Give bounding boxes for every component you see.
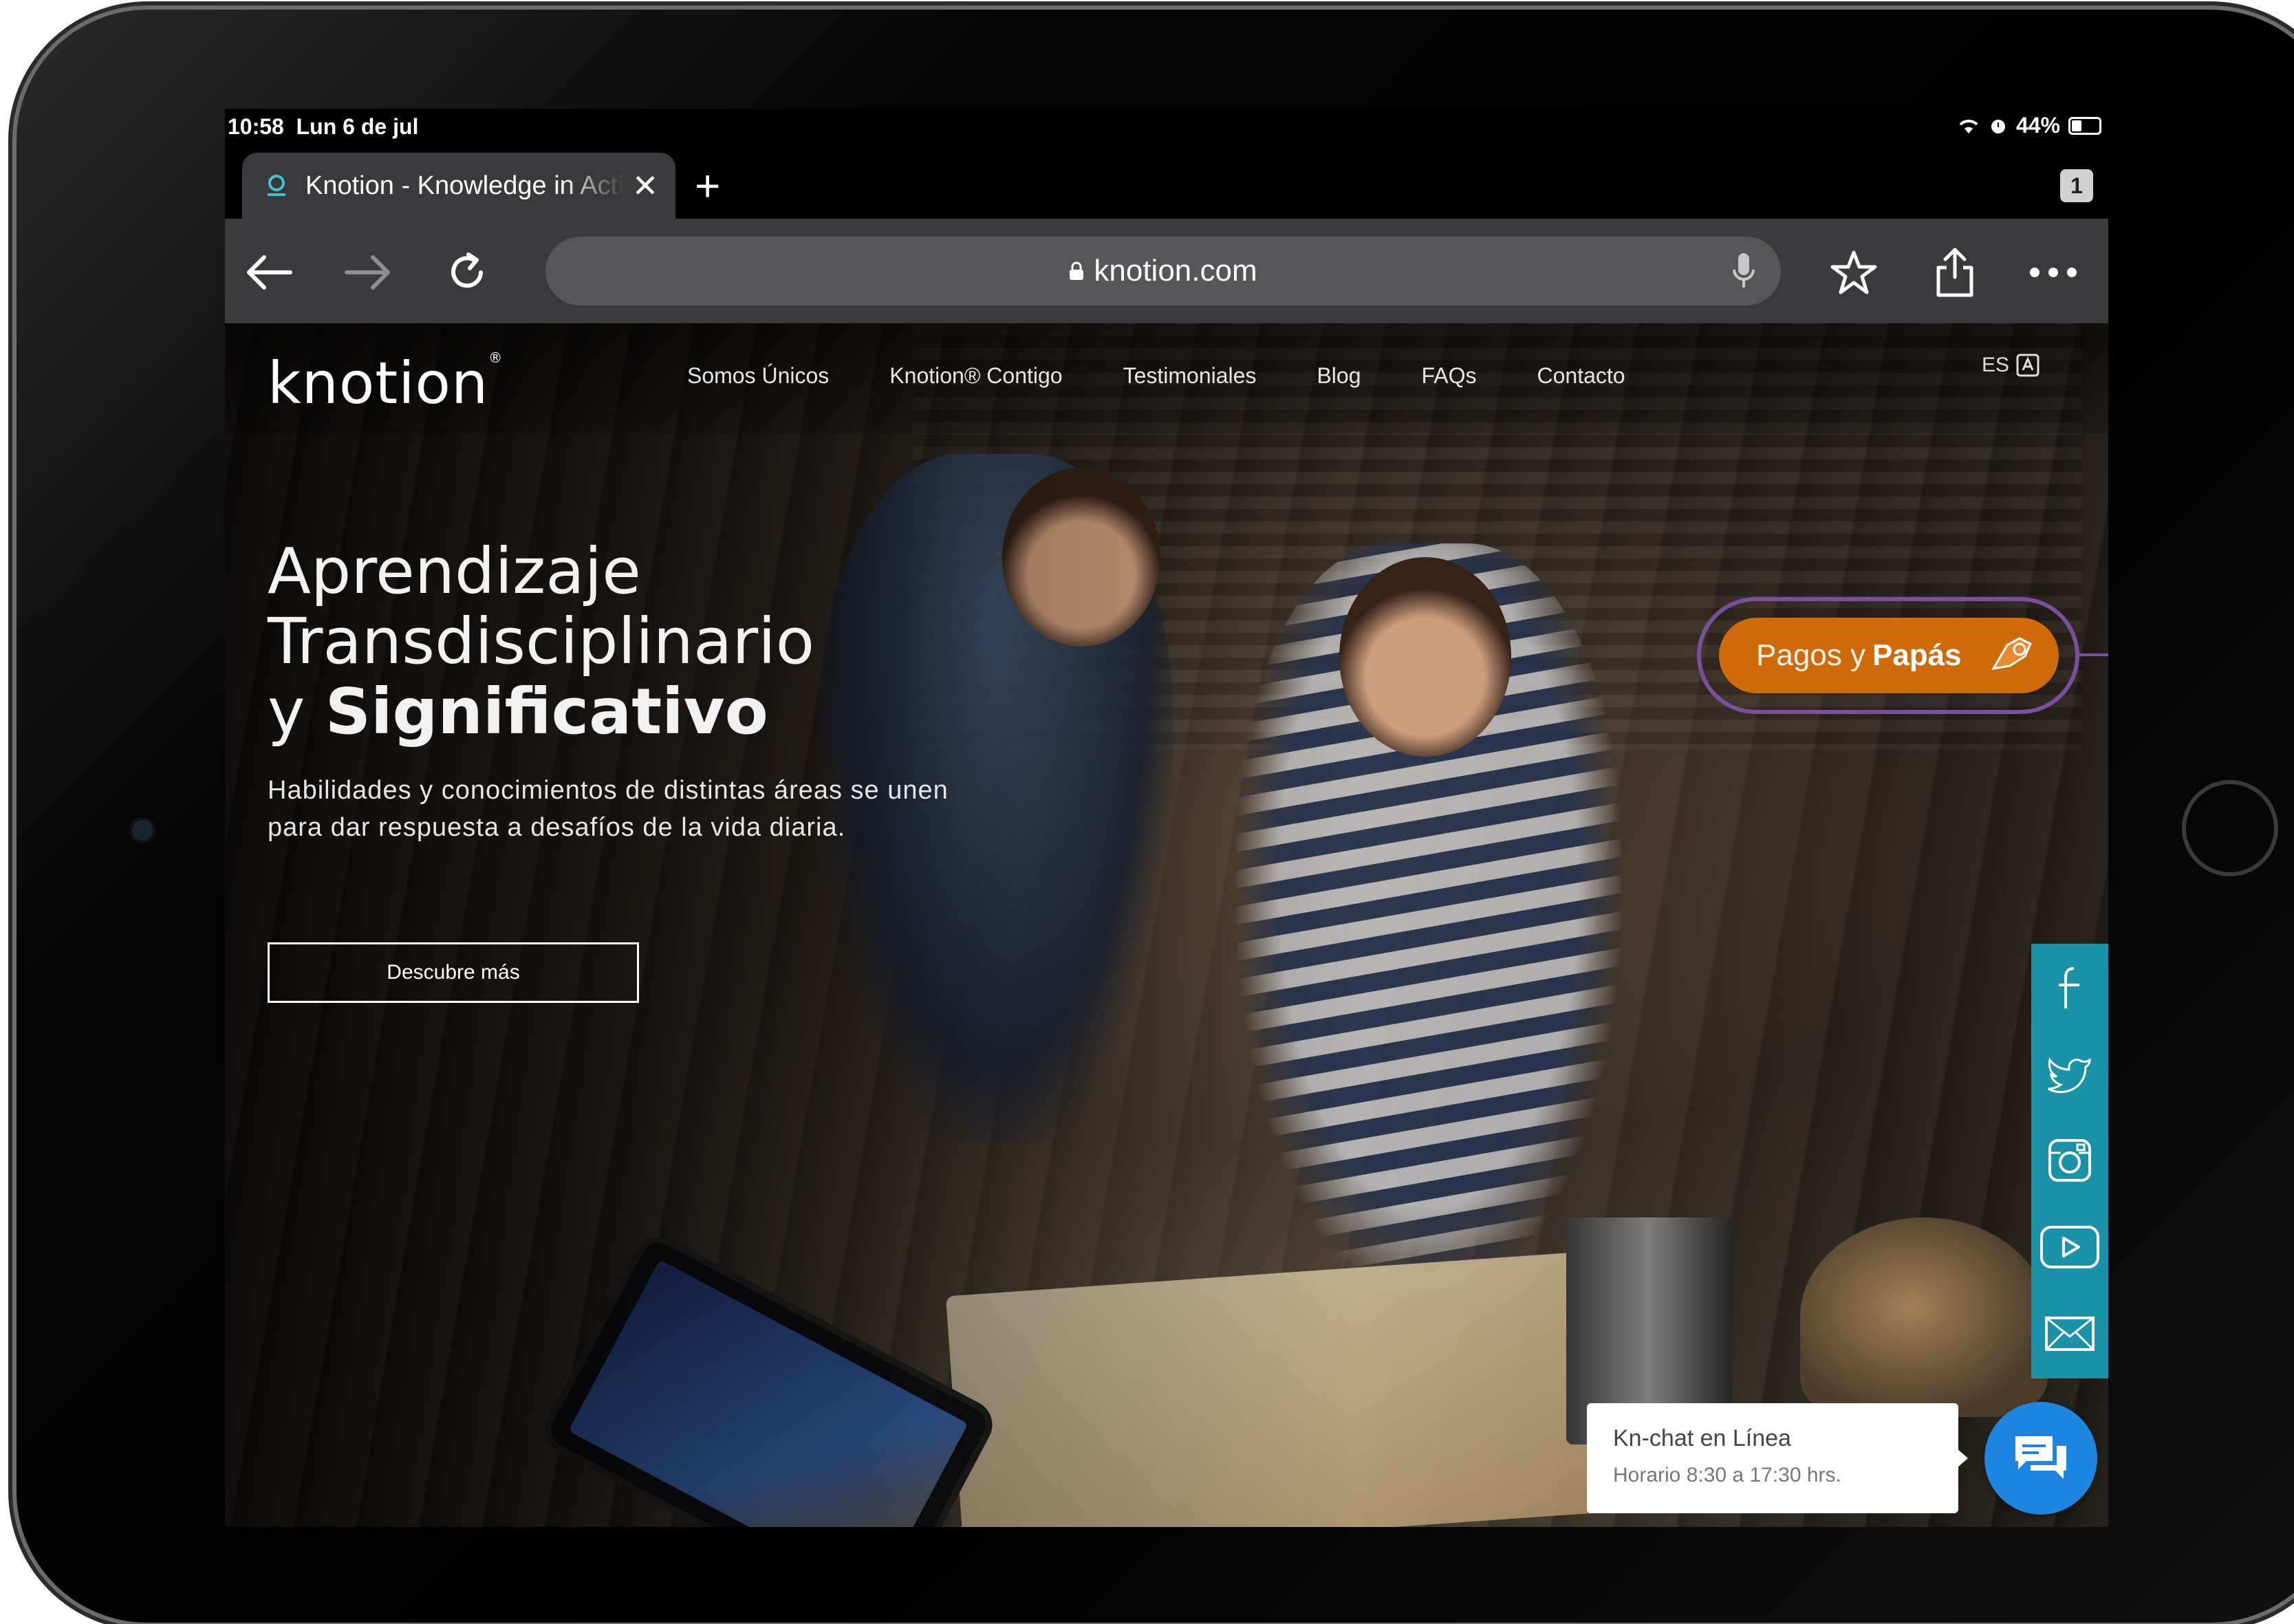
language-selector[interactable]: ES	[1982, 354, 2039, 377]
site-nav: Somos Únicos Knotion® Contigo Testimonia…	[687, 363, 1686, 389]
wifi-icon	[1959, 119, 1978, 133]
hero-title-line-3-bold: Significativo	[325, 675, 768, 748]
translate-icon	[2016, 354, 2039, 377]
forward-button[interactable]	[340, 245, 396, 300]
status-date: Lun 6 de jul	[296, 114, 419, 139]
email-link[interactable]	[2031, 1290, 2108, 1377]
address-bar[interactable]: knotion.com	[545, 237, 1781, 305]
status-indicators: 44%	[1957, 113, 2101, 138]
nav-testimoniales[interactable]: Testimoniales	[1123, 363, 1257, 389]
language-label: ES	[1981, 354, 2009, 376]
twitter-icon	[2048, 1057, 2091, 1093]
pagos-label-bold: Papás	[1872, 638, 1962, 672]
social-sidebar	[2031, 944, 2108, 1378]
home-button[interactable]	[2182, 780, 2278, 876]
twitter-link[interactable]	[2031, 1030, 2108, 1117]
front-camera	[132, 820, 153, 841]
microphone-icon[interactable]	[1730, 250, 1757, 299]
tab-title: Knotion - Knowledge in Action	[305, 171, 625, 200]
share-button[interactable]	[1927, 245, 1982, 300]
nav-contacto[interactable]: Contacto	[1537, 363, 1625, 389]
youtube-icon	[2040, 1226, 2099, 1268]
chat-hours: Horario 8:30 a 17:30 hrs.	[1613, 1464, 1841, 1486]
browser-tab[interactable]: Knotion - Knowledge in Action ✕	[242, 153, 675, 219]
tab-count-badge[interactable]: 1	[2060, 169, 2093, 202]
close-tab-icon[interactable]: ✕	[625, 167, 666, 204]
web-content: knotion® Somos Únicos Knotion® Contigo T…	[225, 323, 2108, 1527]
chat-info-box[interactable]: Kn-chat en Línea Horario 8:30 a 17:30 hr…	[1587, 1403, 1968, 1513]
status-time-date: 10:58 Lun 6 de jul	[228, 114, 418, 140]
new-tab-icon[interactable]: +	[695, 158, 720, 213]
alarm-icon	[1991, 119, 2005, 133]
battery-fill	[2072, 120, 2082, 131]
hero-title: Aprendizaje Transdisciplinario y Signifi…	[268, 537, 814, 747]
arrow-left-icon	[247, 255, 292, 290]
nav-somos-unicos[interactable]: Somos Únicos	[687, 363, 829, 389]
mail-icon	[2045, 1317, 2095, 1351]
star-icon	[1830, 250, 1877, 294]
instagram-link[interactable]	[2031, 1117, 2108, 1204]
pagos-callout-line	[2079, 653, 2108, 656]
pagos-label-light: Pagos y	[1756, 638, 1865, 672]
youtube-link[interactable]	[2031, 1204, 2108, 1290]
facebook-icon	[2059, 967, 2079, 1008]
lock-icon	[1069, 261, 1084, 281]
descubre-mas-button[interactable]: Descubre más	[268, 942, 639, 1003]
hero-overlay	[225, 323, 2108, 1527]
share-icon	[1936, 248, 1973, 297]
hero-title-line-2: Transdisciplinario	[268, 605, 815, 678]
chat-title: Kn-chat en Línea	[1613, 1425, 1791, 1451]
status-time: 10:58	[228, 114, 284, 139]
knotion-favicon-icon	[263, 172, 290, 199]
battery-percent: 44%	[2015, 113, 2060, 138]
chat-button[interactable]	[1984, 1402, 2097, 1515]
arrow-right-icon	[345, 255, 390, 290]
nav-faqs[interactable]: FAQs	[1422, 363, 1477, 389]
hero-title-line-1: Aprendizaje	[268, 534, 641, 608]
battery-icon	[2068, 116, 2101, 135]
status-bar: 10:58 Lun 6 de jul 44%	[225, 109, 2108, 144]
tab-bar: Knotion - Knowledge in Action ✕ + 1	[225, 144, 2108, 219]
back-button[interactable]	[241, 245, 296, 300]
hero-title-line-3-prefix: y	[268, 675, 305, 748]
knotion-logo[interactable]: knotion®	[268, 349, 503, 417]
nav-knotion-contigo[interactable]: Knotion® Contigo	[889, 363, 1062, 389]
bookmark-button[interactable]	[1826, 245, 1881, 300]
pagos-y-papas-button[interactable]: Pagos y Papás	[1719, 618, 2059, 693]
parent-hand-icon	[1989, 631, 2037, 680]
hero-subtitle: Habilidades y conocimientos de distintas…	[268, 776, 949, 842]
url-text: knotion.com	[1094, 254, 1257, 288]
site-header: knotion® Somos Únicos Knotion® Contigo T…	[225, 323, 2108, 433]
more-icon	[2030, 268, 2077, 277]
reload-button[interactable]	[440, 245, 495, 300]
browser-toolbar: knotion.com	[225, 219, 2108, 323]
chat-bubble-icon	[2015, 1436, 2066, 1479]
instagram-icon	[2048, 1139, 2091, 1182]
screen: 10:58 Lun 6 de jul 44% Knotion - Knowled…	[225, 109, 2108, 1527]
chat-box-arrow	[1957, 1449, 1968, 1468]
facebook-link[interactable]	[2031, 944, 2108, 1030]
nav-blog[interactable]: Blog	[1317, 363, 1361, 389]
reload-icon	[451, 252, 483, 288]
more-button[interactable]	[2026, 245, 2081, 300]
